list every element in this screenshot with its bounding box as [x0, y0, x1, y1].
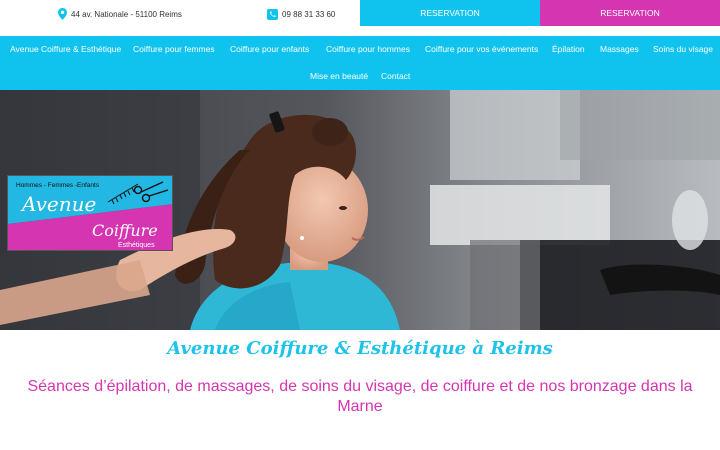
logo-word-avenue: Avenue: [20, 192, 96, 216]
nav-item-soins-visage[interactable]: Soins du visage: [653, 44, 713, 55]
logo-artwork: Hommes - Femmes -Enfants Avenue Coiffure…: [8, 176, 172, 250]
phone-number[interactable]: 09 88 31 33 60: [282, 10, 335, 19]
nav-item-avenue-coiffure[interactable]: Avenue Coiffure & Esthétique: [10, 44, 121, 55]
reservation-button-magenta[interactable]: RESERVATION: [540, 0, 720, 26]
address-block: 44 av. Nationale - 51100 Reims: [58, 6, 182, 22]
nav-item-epilation[interactable]: Épilation: [552, 44, 585, 55]
page-subtitle: Séances d’épilation, de massages, de soi…: [27, 378, 693, 415]
nav-item-coiffure-evenements[interactable]: Coiffure pour vos événements: [425, 44, 538, 55]
nav-item-coiffure-enfants[interactable]: Coiffure pour enfants: [230, 44, 309, 55]
phone-block[interactable]: 09 88 31 33 60: [267, 6, 335, 22]
main-nav: Avenue Coiffure & Esthétique Coiffure po…: [0, 36, 720, 90]
nav-item-massages[interactable]: Massages: [600, 44, 639, 55]
phone-icon: [267, 8, 278, 20]
nav-item-mise-en-beaute[interactable]: Mise en beauté: [310, 71, 368, 82]
logo-word-esthetiques: Esthétiques: [118, 242, 155, 249]
address-text: 44 av. Nationale - 51100 Reims: [71, 9, 182, 19]
nav-item-coiffure-hommes[interactable]: Coiffure pour hommes: [326, 44, 410, 55]
salon-logo[interactable]: Hommes - Femmes -Enfants Avenue Coiffure…: [7, 175, 173, 251]
nav-item-contact[interactable]: Contact: [381, 71, 410, 82]
logo-word-coiffure: Coiffure: [92, 221, 158, 240]
top-bar: 44 av. Nationale - 51100 Reims 09 88 31 …: [0, 0, 720, 27]
reservation-button-cyan[interactable]: RESERVATION: [360, 0, 540, 26]
nav-item-coiffure-femmes[interactable]: Coiffure pour femmes: [133, 44, 215, 55]
logo-tagline: Hommes - Femmes -Enfants: [16, 182, 100, 189]
page-title: Avenue Coiffure & Esthétique à Reims: [167, 338, 553, 359]
map-pin-icon: [58, 8, 67, 20]
